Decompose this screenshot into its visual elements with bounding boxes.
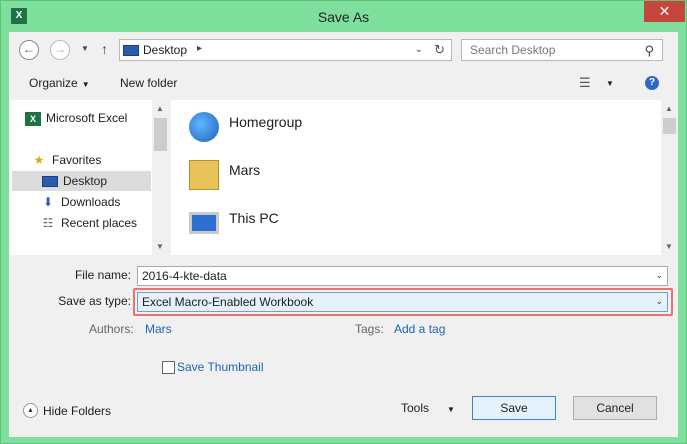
chevron-down-icon: ▼ [81,80,90,89]
hide-folders-button[interactable]: ▲ Hide Folders [23,403,112,419]
organize-label: Organize [29,76,78,90]
hide-folders-label: Hide Folders [43,403,112,418]
path-chevron-icon[interactable]: ▸ [197,43,202,54]
tools-menu[interactable]: Tools ▼ [401,401,455,415]
nav-item-label: Favorites [52,153,102,167]
authors-label: Authors: [89,322,134,336]
highlight-box [133,288,673,316]
authors-link[interactable]: Mars [145,322,172,336]
address-path[interactable]: Desktop [143,43,187,57]
scroll-up-icon[interactable]: ▲ [156,104,164,113]
nav-item-label: Downloads [61,195,121,209]
navigation-pane: X Microsoft Excel ★ Favorites Desktop ⬇ Dow… [9,100,169,255]
user-folder-icon [189,160,219,190]
tags-label: Tags: [355,322,384,336]
nav-item-microsoft-excel[interactable]: X Microsoft Excel [25,108,127,128]
refresh-icon[interactable]: ↻ [434,42,445,58]
file-name-label: File name: [74,268,131,282]
file-name-field[interactable]: 2016-4-kte-data ⌄ [137,266,668,286]
tools-label: Tools [401,401,430,415]
nav-item-label: Recent places [61,216,138,230]
close-button[interactable]: ✕ [644,1,685,22]
up-arrow-icon[interactable]: ↑ [101,41,108,57]
excel-icon: X [25,111,41,126]
save-type-label: Save as type: [58,294,131,308]
save-thumbnail-label[interactable]: Save Thumbnail [177,360,264,374]
file-name: Homegroup [229,114,303,130]
help-icon[interactable]: ? [645,76,659,90]
scroll-up-icon[interactable]: ▲ [665,104,673,113]
save-button[interactable]: Save [472,396,556,420]
organize-menu[interactable]: Organize ▼ [29,76,90,90]
chevron-down-icon[interactable]: ⌄ [655,270,663,281]
scroll-down-icon[interactable]: ▼ [665,242,673,251]
desktop-icon [42,176,58,188]
recent-places-icon: ☷ [42,216,54,230]
file-name: This PC [229,210,279,226]
scroll-down-icon[interactable]: ▼ [156,242,164,251]
dialog-client: ← → ▼ ↑ Desktop ▸ ⌄ ↻ ⚲ Organize▼ New fo… [9,32,678,437]
file-list-scrollbar[interactable]: ▲ ▼ [661,100,678,255]
nav-item-recent-places[interactable]: ☷ Recent places [40,213,137,233]
nav-item-desktop[interactable]: Desktop [12,171,151,191]
address-bar[interactable]: Desktop ▸ ⌄ ↻ [119,39,452,61]
file-list: Homegroup Mars This PC ▲ ▼ [171,100,678,255]
nav-item-label: Desktop [63,174,108,188]
save-thumbnail-checkbox[interactable] [162,361,175,374]
computer-icon [189,212,219,234]
title-bar: X Save As ✕ [1,1,686,32]
file-name: Mars [229,162,261,178]
back-arrow-icon[interactable]: ← [19,40,39,60]
chevron-down-icon: ▼ [447,405,455,414]
desktop-icon [123,45,139,56]
recent-locations-chevron-icon[interactable]: ▼ [81,44,89,53]
nav-pane-scrollbar[interactable]: ▲ ▼ [152,100,169,255]
view-dropdown-icon[interactable]: ▼ [606,79,614,88]
file-name-value[interactable]: 2016-4-kte-data [142,269,227,283]
window-title: Save As [317,9,370,25]
nav-item-label: Microsoft Excel [46,111,128,125]
nav-item-favorites[interactable]: ★ Favorites [31,150,102,170]
homegroup-icon [189,112,219,142]
view-options-icon[interactable]: ☰ [579,75,591,91]
new-folder-button[interactable]: New folder [120,76,177,90]
cancel-button[interactable]: Cancel [573,396,657,420]
search-box[interactable]: ⚲ [461,39,663,61]
downloads-icon: ⬇ [42,195,54,209]
forward-arrow-icon[interactable]: → [50,40,70,60]
command-bar: Organize ▼ New folder ☰ ▼ ? [9,68,678,98]
save-as-dialog: X Save As ✕ ← → ▼ ↑ Desktop ▸ ⌄ ↻ ⚲ Orga… [0,0,687,444]
address-dropdown-icon[interactable]: ⌄ [415,44,423,55]
nav-item-downloads[interactable]: ⬇ Downloads [40,192,120,212]
search-icon[interactable]: ⚲ [644,43,654,59]
add-tag-link[interactable]: Add a tag [394,322,445,336]
search-input[interactable] [462,40,637,60]
star-icon: ★ [33,153,45,167]
chevron-up-icon: ▲ [23,403,38,419]
scroll-thumb[interactable] [154,118,167,151]
scroll-thumb[interactable] [663,118,676,134]
